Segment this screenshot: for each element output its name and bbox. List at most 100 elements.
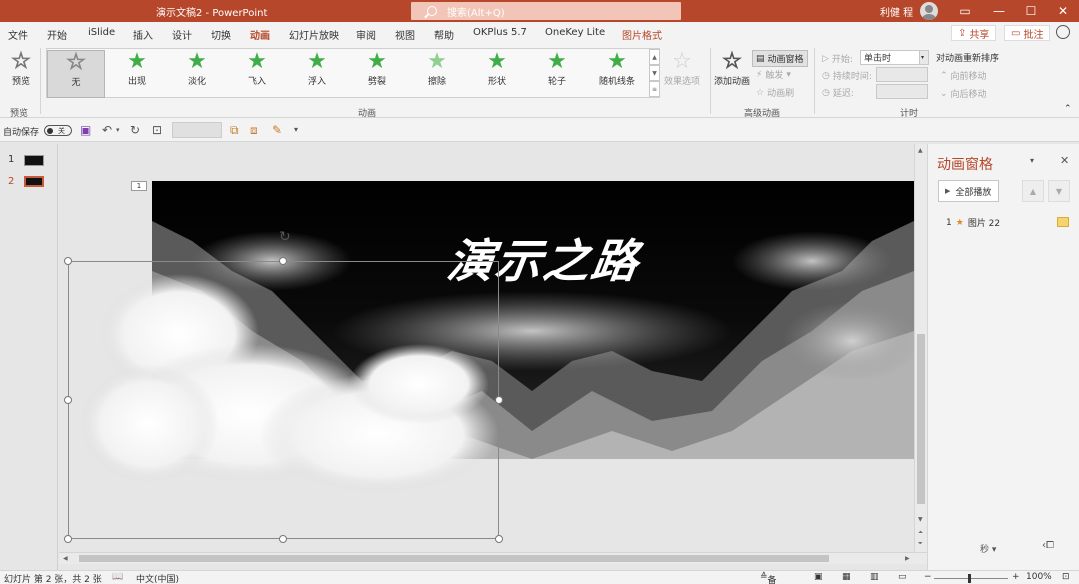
slide-sorter-icon[interactable]: ▦ bbox=[842, 572, 851, 582]
tab-transitions[interactable]: 切换 bbox=[211, 27, 231, 42]
comment-button[interactable]: ▭ 批注 bbox=[1004, 25, 1051, 41]
group-icon[interactable]: ⧉ bbox=[230, 123, 239, 138]
avatar[interactable] bbox=[920, 2, 938, 20]
anim-fade[interactable]: ★ 淡化 bbox=[168, 50, 226, 90]
tab-home[interactable]: 开始 bbox=[47, 27, 67, 42]
animation-painter-button[interactable]: ☆ 动画刷 bbox=[756, 86, 794, 100]
fit-slide-icon[interactable]: ⊡ bbox=[1062, 572, 1070, 582]
undo-dropdown-icon[interactable]: ▾ bbox=[116, 126, 120, 134]
feedback-smiley-icon[interactable] bbox=[1056, 25, 1070, 39]
resize-handle[interactable] bbox=[64, 535, 72, 543]
scroll-left-icon[interactable]: ◀ bbox=[63, 555, 68, 562]
arrange-icon[interactable]: ⧈ bbox=[250, 123, 258, 138]
language[interactable]: 中文(中国) bbox=[136, 572, 179, 584]
horizontal-scroll-thumb[interactable] bbox=[79, 555, 829, 562]
undo-icon[interactable]: ↶ bbox=[102, 123, 112, 137]
move-later-button[interactable]: ⌄ 向后移动 bbox=[940, 87, 987, 101]
tab-design[interactable]: 设计 bbox=[172, 27, 192, 42]
vertical-scrollbar[interactable]: ▲ ▼ ⏶ ⏷ bbox=[914, 144, 927, 552]
tab-view[interactable]: 视图 bbox=[395, 27, 415, 42]
add-animation-button[interactable]: ☆ 添加动画 bbox=[708, 49, 756, 90]
search-box[interactable]: 搜索(Alt+Q) bbox=[411, 2, 681, 20]
pane-close-icon[interactable]: ✕ bbox=[1060, 154, 1069, 167]
format-painter-icon[interactable]: ✎ bbox=[272, 123, 282, 137]
resize-handle[interactable] bbox=[279, 535, 287, 543]
tab-islide[interactable]: iSlide bbox=[88, 27, 115, 38]
next-slide-icon[interactable]: ⏷ bbox=[918, 540, 923, 548]
start-select[interactable]: 单击时 bbox=[860, 50, 920, 65]
scroll-down-icon[interactable]: ▼ bbox=[918, 516, 923, 523]
zoom-timeline-icon[interactable]: ‹⧠ bbox=[1042, 540, 1054, 551]
move-earlier-button[interactable]: ⌃ 向前移动 bbox=[940, 69, 987, 83]
effect-options-button[interactable]: ☆ 效果选项 bbox=[652, 50, 712, 90]
delay-field[interactable] bbox=[876, 84, 928, 99]
autosave-toggle[interactable]: 关 bbox=[44, 125, 72, 136]
reading-view-icon[interactable]: ▥ bbox=[870, 572, 879, 582]
resize-handle[interactable] bbox=[279, 257, 287, 265]
tab-slideshow[interactable]: 幻灯片放映 bbox=[289, 27, 339, 42]
ribbon-display-icon[interactable]: ▭ bbox=[948, 0, 982, 22]
maximize-icon[interactable]: ☐ bbox=[1014, 0, 1048, 22]
prev-slide-icon[interactable]: ⏶ bbox=[918, 529, 923, 537]
horizontal-scrollbar[interactable]: ◀ ▶ bbox=[59, 552, 927, 564]
spellcheck-icon[interactable]: 📖 bbox=[112, 572, 123, 582]
zoom-out-icon[interactable]: − bbox=[924, 572, 932, 582]
animation-item[interactable]: 1 ★ 图片 22 bbox=[946, 216, 1000, 230]
anim-shape[interactable]: ★ 形状 bbox=[468, 50, 526, 90]
play-all-button[interactable]: ▶ 全部播放 bbox=[938, 180, 999, 202]
font-size-box[interactable] bbox=[172, 122, 222, 138]
move-down-icon[interactable]: ▼ bbox=[1048, 180, 1070, 202]
close-icon[interactable]: ✕ bbox=[1046, 0, 1079, 22]
duration-field[interactable] bbox=[876, 67, 928, 82]
normal-view-icon[interactable]: ▣ bbox=[814, 572, 823, 582]
tab-review[interactable]: 审阅 bbox=[356, 27, 376, 42]
anim-split[interactable]: ★ 劈裂 bbox=[348, 50, 406, 90]
scroll-right-icon[interactable]: ▶ bbox=[905, 555, 910, 562]
tab-onekey[interactable]: OneKey Lite bbox=[545, 27, 605, 38]
save-icon[interactable]: ▣ bbox=[80, 123, 91, 137]
thumbnail-slide-1[interactable] bbox=[24, 155, 44, 166]
present-icon[interactable]: ⊡ bbox=[152, 123, 162, 137]
user-name[interactable]: 利健 程 bbox=[880, 4, 913, 19]
trigger-button[interactable]: ⚡ 触发 ▾ bbox=[756, 68, 791, 82]
tab-picture-format[interactable]: 图片格式 bbox=[622, 27, 662, 42]
resize-handle[interactable] bbox=[64, 396, 72, 404]
move-up-icon[interactable]: ▲ bbox=[1022, 180, 1044, 202]
zoom-level[interactable]: 100% bbox=[1026, 572, 1052, 582]
animation-pane-button[interactable]: ▤ 动画窗格 bbox=[752, 50, 808, 67]
anim-float-in[interactable]: ★ 浮入 bbox=[288, 50, 346, 90]
resize-handle[interactable] bbox=[495, 535, 503, 543]
rotate-handle-icon[interactable]: ↻ bbox=[279, 230, 293, 244]
customize-qat-icon[interactable]: ▾ bbox=[294, 125, 298, 134]
tab-insert[interactable]: 插入 bbox=[133, 27, 153, 42]
start-dropdown-icon[interactable]: ▾ bbox=[919, 50, 929, 65]
anim-appear[interactable]: ★ 出现 bbox=[108, 50, 166, 90]
anim-wipe[interactable]: ★ 擦除 bbox=[408, 50, 466, 90]
slideshow-icon[interactable]: ▭ bbox=[898, 572, 907, 582]
anim-wheel[interactable]: ★ 轮子 bbox=[528, 50, 586, 90]
tab-help[interactable]: 帮助 bbox=[434, 27, 454, 42]
resize-handle[interactable] bbox=[495, 396, 503, 404]
preview-button[interactable]: ☆ 预览 bbox=[0, 49, 50, 90]
tab-file[interactable]: 文件 bbox=[8, 27, 28, 42]
tab-animations[interactable]: 动画 bbox=[250, 27, 270, 47]
seconds-dropdown[interactable]: 秒 ▾ bbox=[980, 542, 996, 555]
anim-none[interactable]: ☆ 无 bbox=[47, 50, 105, 98]
collapse-ribbon-icon[interactable]: ⌃ bbox=[1064, 104, 1072, 114]
anim-random-bars[interactable]: ★ 随机线条 bbox=[588, 50, 646, 90]
share-button[interactable]: ⇪ 共享 bbox=[951, 25, 997, 41]
vertical-scroll-thumb[interactable] bbox=[917, 334, 925, 504]
pane-options-icon[interactable]: ▾ bbox=[1030, 156, 1034, 165]
scroll-up-icon[interactable]: ▲ bbox=[918, 147, 923, 154]
zoom-slider-track[interactable] bbox=[934, 578, 1008, 579]
zoom-in-icon[interactable]: + bbox=[1012, 572, 1020, 582]
redo-icon[interactable]: ↻ bbox=[130, 123, 140, 137]
tab-okplus[interactable]: OKPlus 5.7 bbox=[473, 27, 527, 38]
thumbnail-slide-2[interactable] bbox=[24, 176, 44, 187]
timeline-bar[interactable] bbox=[1057, 217, 1069, 227]
notes-button[interactable]: ≙ 备注 bbox=[760, 572, 777, 584]
anim-fly-in[interactable]: ★ 飞入 bbox=[228, 50, 286, 90]
zoom-slider-knob[interactable] bbox=[968, 574, 971, 583]
minimize-icon[interactable]: — bbox=[982, 0, 1016, 22]
resize-handle[interactable] bbox=[64, 257, 72, 265]
